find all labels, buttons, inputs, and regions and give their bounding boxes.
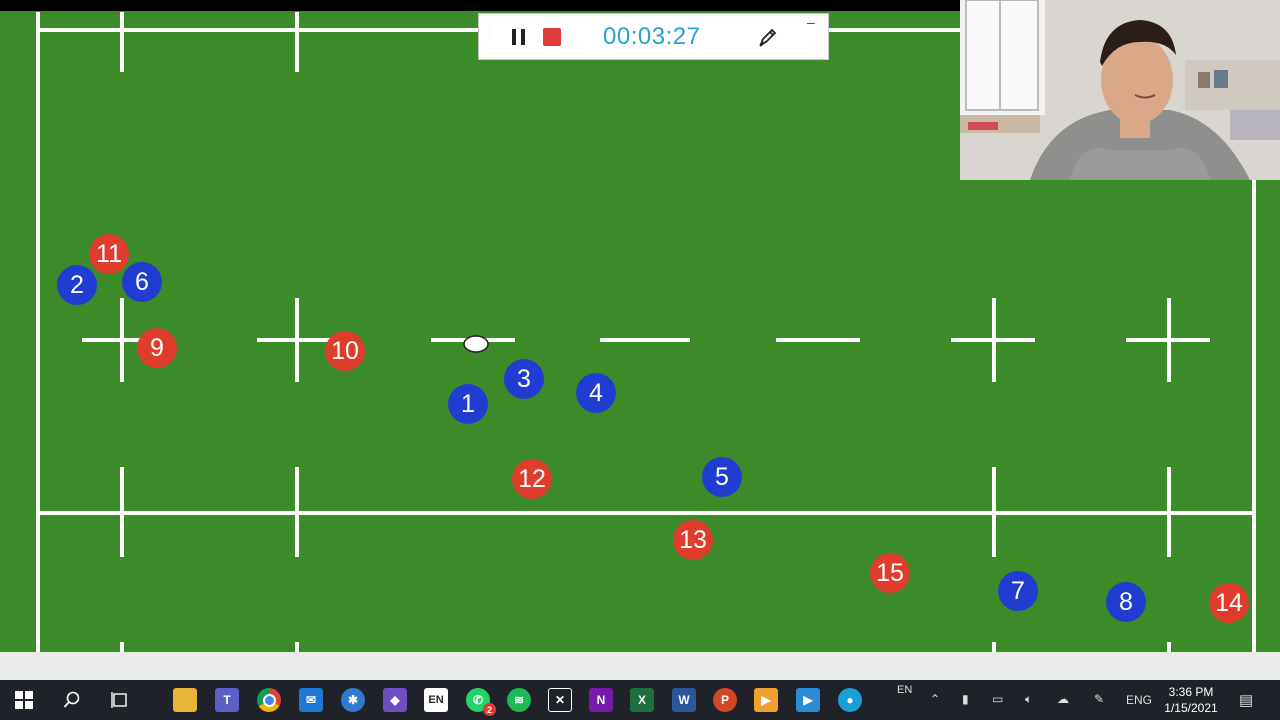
pen-workspace-icon[interactable]: ✎ [1094, 692, 1104, 706]
player-red-14[interactable]: 14 [1209, 583, 1249, 623]
player-blue-8[interactable]: 8 [1106, 582, 1146, 622]
recording-toolbar: ⋮ 00:03:27 – [478, 13, 829, 60]
camera-icon[interactable]: ● [838, 688, 862, 712]
stop-button[interactable] [543, 28, 561, 46]
pen-button[interactable] [757, 26, 779, 48]
player-blue-5[interactable]: 5 [702, 457, 742, 497]
visual-studio-icon[interactable]: ◆ [383, 688, 407, 712]
language-icon[interactable]: EN [424, 688, 448, 712]
pause-button[interactable] [509, 26, 529, 48]
input-language-indicator[interactable]: EN [897, 684, 912, 696]
player-red-12[interactable]: 12 [512, 459, 552, 499]
powerpoint-icon[interactable]: P [713, 688, 737, 712]
clock-date: 1/15/2021 [1164, 701, 1218, 715]
mail-app-icon[interactable]: ✕ [548, 688, 572, 712]
player-red-9[interactable]: 9 [137, 328, 177, 368]
player-blue-4[interactable]: 4 [576, 373, 616, 413]
task-view-icon[interactable] [108, 688, 132, 712]
screen-recorder-icon[interactable]: ▶ [796, 688, 820, 712]
whatsapp-icon[interactable]: ✆ 2 [466, 688, 496, 716]
media-player-icon[interactable]: ▶ [754, 688, 778, 712]
pen-icon [759, 28, 777, 47]
microphone-icon[interactable]: ▮ [962, 692, 969, 706]
rugby-ball [463, 335, 489, 353]
minimize-button[interactable]: – [807, 15, 821, 29]
mail-icon[interactable]: ✉ [299, 688, 323, 712]
clock[interactable]: 3:36 PM 1/15/2021 [1158, 684, 1224, 716]
whatsapp-badge: 2 [483, 703, 496, 716]
keyboard-language[interactable]: ENG [1126, 693, 1152, 707]
windows-logo-icon [15, 691, 33, 709]
player-red-11[interactable]: 11 [89, 234, 129, 274]
player-blue-1[interactable]: 1 [448, 384, 488, 424]
show-hidden-icons[interactable]: ⌃ [930, 692, 940, 706]
spotify-icon[interactable]: ≋ [507, 688, 531, 712]
player-blue-2[interactable]: 2 [57, 265, 97, 305]
webcam-image [960, 0, 1280, 180]
onedrive-icon[interactable]: ☁ [1057, 692, 1069, 706]
app-icon[interactable]: ✱ [341, 688, 365, 712]
player-red-10[interactable]: 10 [325, 331, 365, 371]
volume-icon[interactable]: 🔈︎ [1025, 692, 1032, 707]
teams-icon[interactable]: T [215, 688, 239, 712]
network-icon[interactable]: ▭ [992, 692, 1003, 706]
drag-handle[interactable]: ⋮ [485, 28, 495, 46]
chrome-icon[interactable] [257, 688, 281, 712]
player-blue-7[interactable]: 7 [998, 571, 1038, 611]
file-explorer-icon[interactable] [173, 688, 197, 712]
player-blue-3[interactable]: 3 [504, 359, 544, 399]
player-blue-6[interactable]: 6 [122, 262, 162, 302]
recording-timer: 00:03:27 [603, 23, 701, 50]
search-icon[interactable] [60, 688, 84, 712]
player-red-13[interactable]: 13 [673, 520, 713, 560]
windows-taskbar: T ✉ ✱ ◆ EN ✆ 2 ≋ ✕ N X W P ▶ ▶ ● EN ⌃ ▮ … [0, 680, 1280, 720]
word-icon[interactable]: W [672, 688, 696, 712]
screen-edge-strip [0, 652, 1280, 680]
clock-time: 3:36 PM [1168, 685, 1214, 699]
onenote-icon[interactable]: N [589, 688, 613, 712]
notifications-icon[interactable]: ▤ [1239, 691, 1253, 709]
start-icon[interactable] [12, 688, 36, 712]
player-red-15[interactable]: 15 [870, 553, 910, 593]
excel-icon[interactable]: X [630, 688, 654, 712]
webcam-feed [960, 0, 1280, 180]
